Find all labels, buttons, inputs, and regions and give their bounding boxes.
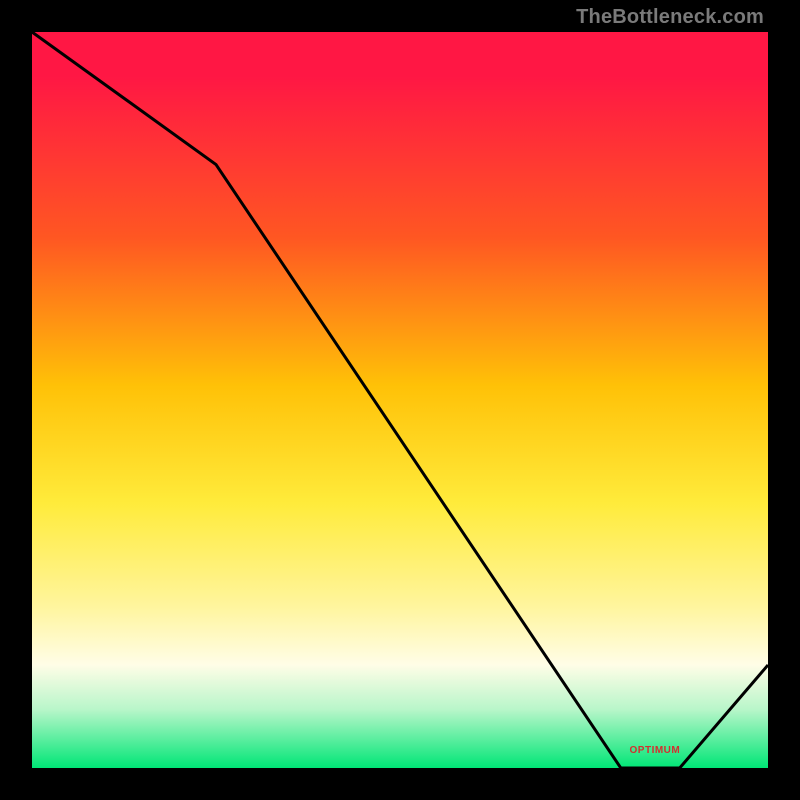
chart-line-svg (32, 32, 768, 768)
chart-frame: TheBottleneck.com OPTIMUM (0, 0, 800, 800)
plot-area: OPTIMUM (32, 32, 768, 768)
attribution-text: TheBottleneck.com (576, 6, 764, 29)
optimum-label: OPTIMUM (630, 745, 681, 756)
chart-line (32, 32, 768, 768)
